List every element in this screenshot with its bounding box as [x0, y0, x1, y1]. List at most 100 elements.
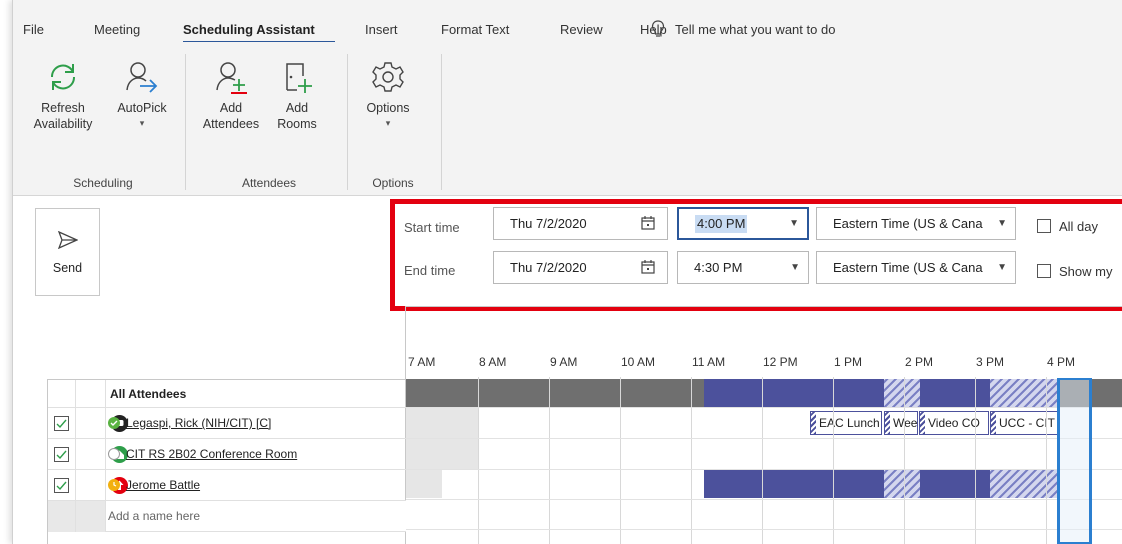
checkmark-icon [56, 450, 67, 460]
grid-line [406, 438, 1122, 439]
add-room-door-icon [286, 63, 312, 93]
add-name-input[interactable]: Add a name here [108, 509, 200, 523]
refresh-availability-button[interactable]: Refresh Availability [21, 60, 105, 132]
refresh-label-2: Availability [33, 117, 93, 131]
group-label-options: Options [372, 176, 414, 190]
grid-line [549, 377, 550, 544]
lightbulb-icon [651, 20, 665, 37]
appointment-block[interactable]: EAC Lunch [810, 411, 882, 435]
hour-label: 4 PM [1047, 355, 1076, 369]
tell-me-search[interactable]: Tell me what you want to do [675, 22, 835, 37]
autopick-person-arrow-icon [126, 62, 158, 93]
gear-icon [372, 62, 404, 92]
free-busy-busy [704, 470, 884, 498]
scheduling-grid[interactable]: 7 AM 8 AM 9 AM 10 AM 11 AM 12 PM 1 PM 2 … [405, 306, 1122, 544]
attendee-row[interactable]: CIT RS 2B02 Conference Room [48, 439, 406, 470]
menu-meeting[interactable]: Meeting [94, 22, 140, 37]
grid-line [406, 529, 1122, 530]
menu-review[interactable]: Review [560, 22, 603, 37]
menu-insert[interactable]: Insert [365, 22, 398, 37]
add-rooms-label-2: Rooms [277, 117, 317, 131]
annotation-highlight-box [390, 199, 1122, 311]
presence-unknown-icon [108, 448, 120, 460]
hour-label: 1 PM [834, 355, 863, 369]
appointment-label: Wee [893, 416, 918, 430]
send-button[interactable]: Send [35, 208, 100, 296]
hour-label: 12 PM [763, 355, 798, 369]
presence-away-icon [108, 479, 120, 491]
checkmark-icon [56, 481, 67, 491]
refresh-icon [50, 64, 76, 90]
hour-label: 10 AM [621, 355, 656, 369]
attendee-name[interactable]: CIT RS 2B02 Conference Room [126, 447, 297, 461]
appointment-label: Video CO [928, 416, 980, 430]
add-attendees-button[interactable]: Add Attendees [197, 60, 265, 132]
ribbon-separator [185, 54, 186, 190]
attendee-name[interactable]: Legaspi, Rick (NIH/CIT) [C] [126, 416, 271, 430]
grid-line [620, 377, 621, 544]
add-attendees-label-2: Attendees [202, 117, 260, 131]
group-label-attendees: Attendees [241, 176, 297, 190]
add-rooms-label-1: Add [285, 101, 309, 115]
menu-file[interactable]: File [23, 22, 44, 37]
free-busy-tentative [884, 470, 920, 498]
checkmark-icon [56, 419, 67, 429]
options-label: Options [366, 101, 410, 115]
attendee-row[interactable]: Jerome Battle [48, 470, 406, 501]
free-busy-merged-tentative [990, 379, 1060, 407]
attendee-name[interactable]: Jerome Battle [126, 478, 200, 492]
group-label-scheduling: Scheduling [73, 176, 133, 190]
autopick-button[interactable]: AutoPick ▾ [109, 60, 175, 130]
appointment-block[interactable]: Video CO [919, 411, 989, 435]
free-busy-merged-other [406, 379, 704, 407]
grid-line [406, 469, 1122, 470]
hour-label: 11 AM [692, 355, 726, 369]
appointment-block[interactable]: UCC - CIT [990, 411, 1060, 435]
grid-line [406, 407, 1122, 408]
menu-scheduling-assistant[interactable]: Scheduling Assistant [183, 22, 315, 37]
clock-icon [113, 482, 117, 487]
add-attendee-icon [216, 62, 247, 94]
grid-line [406, 499, 1122, 500]
add-attendee-row[interactable]: Add a name here [48, 501, 406, 532]
attendee-list: All Attendees Legaspi, Rick (NIH/CIT) [C… [47, 379, 406, 544]
appointment-block[interactable]: Wee [884, 411, 918, 435]
menu-bar: File Meeting Scheduling Assistant Insert… [13, 0, 1122, 44]
autopick-label: AutoPick [117, 101, 167, 115]
all-attendees-header-row: All Attendees [48, 380, 406, 408]
attendee-include-checkbox[interactable] [54, 447, 69, 462]
attendee-row[interactable]: Legaspi, Rick (NIH/CIT) [C] [48, 408, 406, 439]
hour-label: 9 AM [550, 355, 578, 369]
add-rooms-button[interactable]: Add Rooms [271, 60, 323, 132]
autopick-dropdown-icon[interactable]: ▾ [109, 116, 175, 130]
ribbon-separator [441, 54, 442, 190]
add-attendees-label-1: Add [219, 101, 243, 115]
refresh-label-1: Refresh [41, 101, 85, 115]
hour-label: 8 AM [479, 355, 507, 369]
grid-line [478, 377, 479, 544]
grid-line [975, 377, 976, 544]
grid-line [691, 377, 692, 544]
free-busy-gray [406, 439, 478, 469]
free-busy-tentative [990, 470, 1060, 498]
appointment-label: EAC Lunch [819, 416, 880, 430]
grid-line [762, 377, 763, 544]
hour-label: 7 AM [408, 355, 436, 369]
ribbon-separator [347, 54, 348, 190]
grid-line [833, 377, 834, 544]
options-button[interactable]: Options ▾ [357, 60, 419, 130]
free-busy-merged-busy [704, 379, 884, 407]
attendee-include-checkbox[interactable] [54, 478, 69, 493]
hour-label: 2 PM [905, 355, 934, 369]
all-attendees-header: All Attendees [110, 387, 187, 401]
meeting-time-selection[interactable] [1057, 378, 1092, 544]
menu-format-text[interactable]: Format Text [441, 22, 509, 37]
send-icon [57, 231, 78, 249]
grid-line [904, 377, 905, 544]
send-label: Send [52, 261, 83, 275]
hour-label: 3 PM [976, 355, 1005, 369]
free-busy-merged-busy [920, 379, 990, 407]
ribbon: Refresh Availability AutoPick ▾ Add Atte… [13, 42, 1122, 196]
attendee-include-checkbox[interactable] [54, 416, 69, 431]
options-dropdown-icon[interactable]: ▾ [357, 116, 419, 130]
